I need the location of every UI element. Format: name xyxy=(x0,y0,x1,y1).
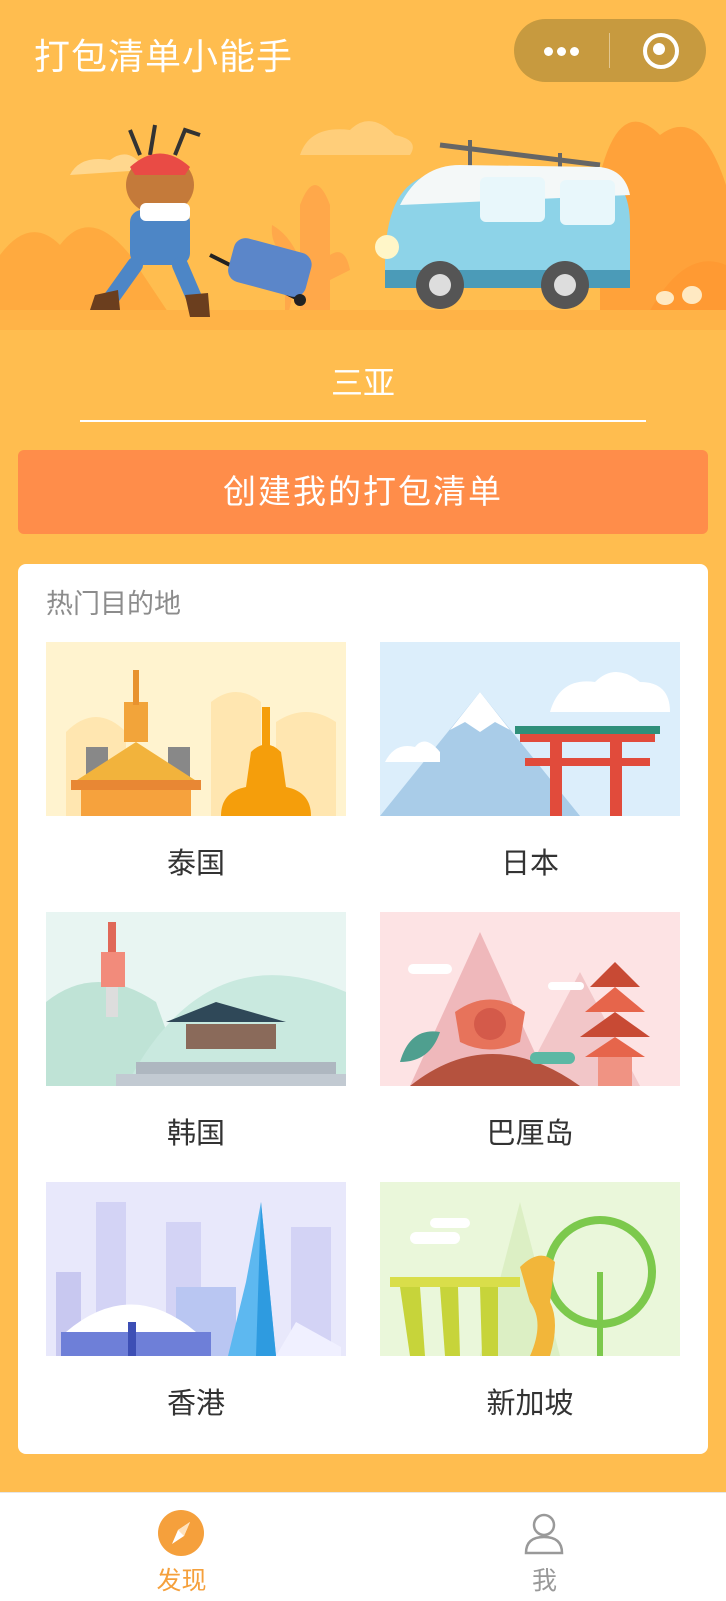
create-packing-list-button[interactable]: 创建我的打包清单 xyxy=(18,450,708,534)
destination-label: 香港 xyxy=(166,1386,225,1420)
hongkong-illustration xyxy=(46,1182,346,1356)
bali-illustration xyxy=(380,912,680,1086)
destination-field[interactable]: 三亚 xyxy=(80,352,646,422)
destination-card-bali[interactable]: 巴厘岛 xyxy=(380,912,680,1152)
destination-underline xyxy=(80,420,646,422)
destination-card-korea[interactable]: 韩国 xyxy=(46,912,346,1152)
thailand-illustration xyxy=(46,642,346,816)
destination-card-hongkong[interactable]: 香港 xyxy=(46,1182,346,1422)
tab-label: 发现 xyxy=(156,1566,207,1595)
close-mini-program-button[interactable] xyxy=(611,19,706,82)
mini-program-capsule xyxy=(514,19,706,82)
user-icon xyxy=(524,1513,564,1555)
banner-illustration xyxy=(0,95,726,331)
more-button[interactable] xyxy=(514,19,609,82)
destination-label: 韩国 xyxy=(166,1116,225,1150)
tab-me[interactable]: 我 xyxy=(363,1493,726,1601)
compass-icon xyxy=(158,1510,204,1556)
capsule-divider xyxy=(609,33,610,68)
tab-label: 我 xyxy=(531,1566,557,1595)
destination-label: 巴厘岛 xyxy=(486,1116,574,1150)
tab-bar: 发现 我 xyxy=(0,1492,726,1601)
destination-value: 三亚 xyxy=(330,364,395,402)
korea-illustration xyxy=(46,912,346,1086)
destination-label: 泰国 xyxy=(166,846,225,880)
destination-card-singapore[interactable]: 新加坡 xyxy=(380,1182,680,1422)
tab-discover[interactable]: 发现 xyxy=(0,1493,363,1601)
destination-card-japan[interactable]: 日本 xyxy=(380,642,680,882)
destination-label: 新加坡 xyxy=(486,1386,574,1420)
singapore-illustration xyxy=(380,1182,680,1356)
destination-card-thailand[interactable]: 泰国 xyxy=(46,642,346,882)
hot-destinations-title: 热门目的地 xyxy=(46,589,181,620)
top-bar: 打包清单小能手 xyxy=(0,0,726,100)
destination-label: 日本 xyxy=(500,846,559,880)
hot-destinations-card: 热门目的地 泰国 日本 韩国 巴厘岛 香港 新加坡 xyxy=(18,564,708,1454)
japan-illustration xyxy=(380,642,680,816)
app-title: 打包清单小能手 xyxy=(34,37,294,78)
